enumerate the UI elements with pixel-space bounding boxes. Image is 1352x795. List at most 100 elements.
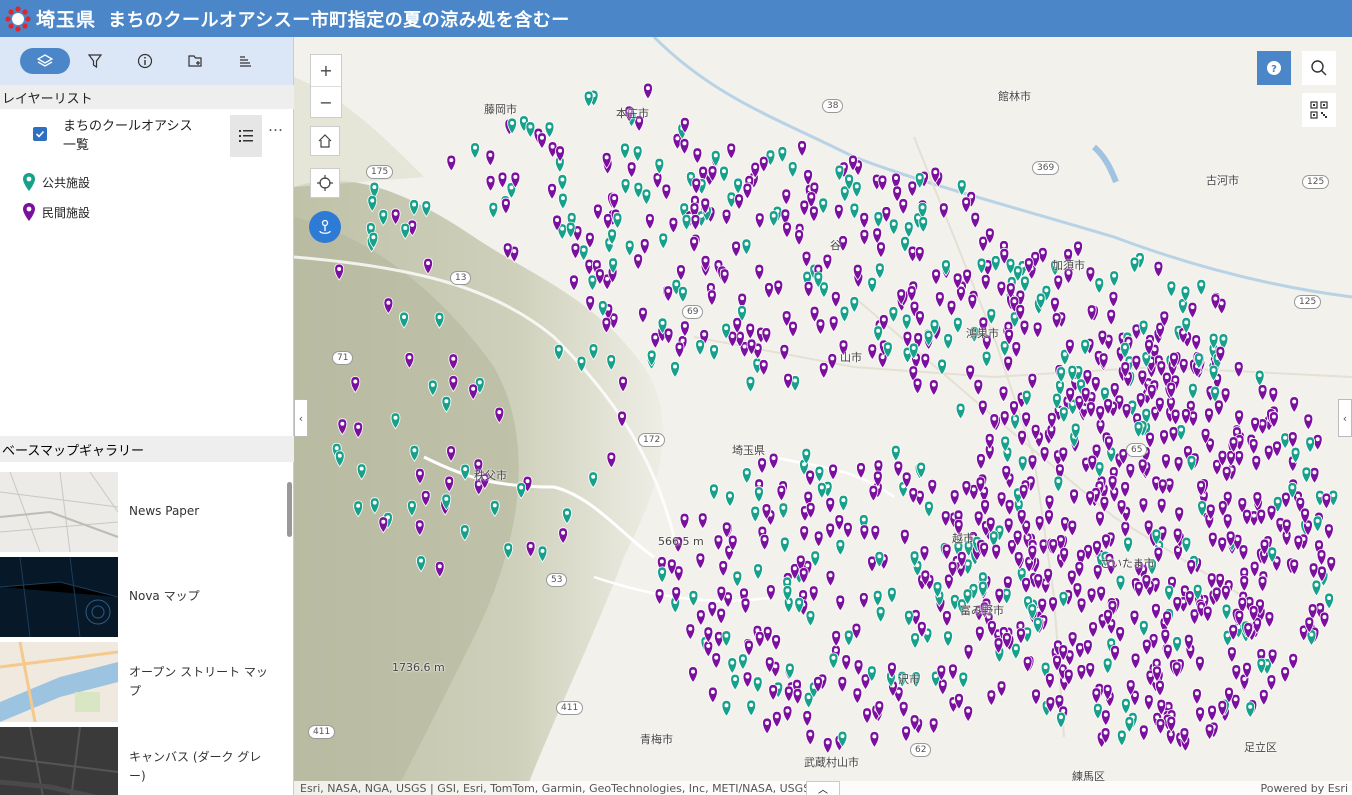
marker-center [964, 199, 969, 204]
marker-center [540, 548, 545, 553]
place-label: 秩父市 [474, 469, 507, 482]
marker-center [716, 634, 721, 639]
marker-center [1305, 522, 1310, 527]
marker-center [1317, 542, 1322, 547]
filter-tab[interactable] [70, 48, 120, 74]
marker-center [1078, 552, 1083, 557]
marker-center [808, 613, 813, 618]
add-data-tab[interactable] [170, 48, 220, 74]
marker-center [1221, 336, 1226, 341]
basemap-item-nova[interactable]: Nova マップ [0, 554, 286, 639]
marker-center [1162, 313, 1167, 318]
marker-center [417, 522, 422, 527]
marker-center [971, 487, 976, 492]
marker-center [547, 124, 552, 129]
marker-center [771, 456, 776, 461]
basemap-item-newspaper[interactable]: News Paper [0, 469, 286, 554]
marker-center [1033, 427, 1038, 432]
marker-center [1225, 494, 1230, 499]
marker-center [955, 275, 960, 280]
qr-code-button[interactable] [1302, 93, 1336, 127]
marker-center [870, 346, 875, 351]
marker-center [1041, 541, 1046, 546]
marker-center [875, 593, 880, 598]
marker-center [1146, 342, 1151, 347]
locate-button[interactable] [310, 168, 340, 198]
marker-center [1003, 438, 1008, 443]
marker-center [1158, 721, 1163, 726]
marker-center [1025, 629, 1030, 634]
marker-center [713, 153, 718, 158]
marker-center [644, 191, 649, 196]
marker-center [901, 201, 906, 206]
marker-center [1057, 466, 1062, 471]
app-root: 埼玉県 まちのクールオアシスー市町指定の夏の涼み処を含むー レイヤーリスト まち… [0, 0, 1352, 795]
marker-center [771, 213, 776, 218]
home-button[interactable] [310, 126, 340, 156]
marker-center [1123, 701, 1128, 706]
marker-center [855, 267, 860, 272]
marker-center [587, 262, 592, 267]
map-view[interactable]: 藤岡市 本庄市 館林市 古河市 加須市 鴻巣市 秩父市 青梅市 武蔵村山市 足立… [294, 37, 1352, 795]
marker-center [965, 561, 970, 566]
legend-tab[interactable] [220, 48, 270, 74]
route-shield: 71 [332, 351, 354, 365]
my-location-button[interactable] [309, 211, 341, 243]
marker-center [1184, 540, 1189, 545]
marker-center [871, 488, 876, 493]
marker-center [976, 382, 981, 387]
marker-center [838, 542, 843, 547]
marker-center [802, 528, 807, 533]
marker-center [1076, 244, 1081, 249]
marker-center [386, 300, 391, 305]
info-tab[interactable] [120, 48, 170, 74]
marker-center [930, 482, 935, 487]
marker-center [1167, 588, 1172, 593]
marker-center [1020, 433, 1025, 438]
marker-center [956, 522, 961, 527]
marker-center [1186, 637, 1191, 642]
basemap-item-dark-gray[interactable]: キャンバス (ダーク グレー) [0, 724, 286, 795]
marker-center [510, 120, 515, 125]
layer-visibility-checkbox[interactable] [33, 127, 47, 141]
marker-center [1104, 536, 1109, 541]
collapse-left-panel-button[interactable]: ‹ [294, 399, 308, 437]
attribution-toggle-button[interactable]: ︿ [806, 781, 840, 795]
basemap-item-osm[interactable]: オープン ストリート マップ [0, 639, 286, 724]
layer-legend-toggle-button[interactable] [230, 115, 262, 157]
marker-center [845, 525, 850, 530]
marker-center [1225, 633, 1230, 638]
marker-center [702, 332, 707, 337]
place-label: 藤岡市 [484, 103, 517, 116]
marker-center [1112, 273, 1117, 278]
zoom-in-button[interactable]: + [311, 55, 341, 86]
layers-tab[interactable] [20, 48, 70, 74]
marker-center [806, 695, 811, 700]
marker-center [1002, 343, 1007, 348]
powered-by-esri[interactable]: Powered by Esri [1260, 782, 1348, 795]
marker-center [595, 207, 600, 212]
marker-center [1138, 395, 1143, 400]
marker-center [1054, 396, 1059, 401]
marker-center [749, 702, 754, 707]
marker-center [943, 513, 948, 518]
marker-center [393, 211, 398, 216]
marker-center [1021, 487, 1026, 492]
marker-center [1208, 506, 1213, 511]
marker-center [804, 451, 809, 456]
marker-center [1197, 659, 1202, 664]
marker-center [1259, 661, 1264, 666]
marker-center [1002, 251, 1007, 256]
marker-center [1012, 299, 1017, 304]
search-button[interactable] [1302, 51, 1336, 85]
marker-center [917, 175, 922, 180]
gallery-scrollbar[interactable] [287, 482, 292, 537]
help-button[interactable]: ? [1257, 51, 1291, 85]
marker-center [692, 205, 697, 210]
collapse-right-panel-button[interactable]: ‹ [1338, 399, 1352, 437]
layer-options-button[interactable]: … [268, 117, 283, 135]
marker-center [1088, 493, 1093, 498]
marker-center [1293, 450, 1298, 455]
zoom-out-button[interactable]: − [311, 86, 341, 117]
marker-center [657, 161, 662, 166]
